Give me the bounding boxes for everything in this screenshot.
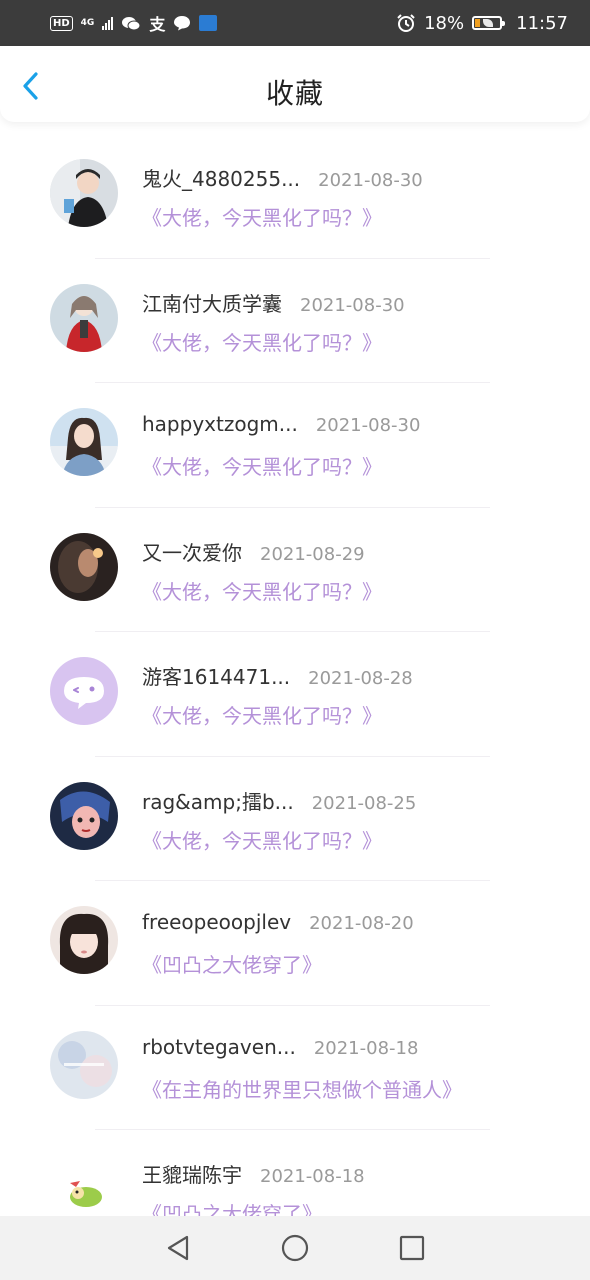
list-item[interactable]: 又一次爱你 2021-08-29 《大佬，今天黑化了吗？》 (0, 508, 590, 632)
app-notification-icon (199, 15, 218, 31)
date: 2021-08-29 (260, 543, 365, 565)
header-bar: 收藏 (0, 46, 590, 122)
username: freeopeoopjlev (142, 910, 292, 934)
date: 2021-08-30 (315, 415, 421, 436)
status-right-icons: 18% 11:57 (396, 13, 568, 34)
list-item[interactable]: rag&amp;擂b... 2021-08-25 《大佬，今天黑化了吗？》 (0, 757, 590, 881)
battery-icon (472, 16, 506, 30)
username: 游客1614471... (142, 665, 291, 689)
hd-badge: HD (50, 15, 73, 31)
book-title-link[interactable]: 《大佬，今天黑化了吗？》 (142, 576, 382, 605)
message-bubble-icon (174, 16, 191, 31)
wechat-icon (122, 16, 141, 30)
date: 2021-08-30 (318, 170, 423, 191)
square-recents-icon (399, 1235, 424, 1261)
list-item[interactable]: 游客1614471... 2021-08-28 《大佬，今天黑化了吗？》 (0, 632, 590, 757)
username: happyxtzogm... (142, 412, 298, 436)
avatar[interactable] (50, 532, 118, 601)
status-bar: HD 4G 支 18% 11:57 (0, 0, 590, 46)
book-title-link[interactable]: 《在主角的世界里只想做个普通人》 (142, 1074, 462, 1103)
avatar[interactable] (50, 781, 118, 850)
date: 2021-08-30 (300, 294, 405, 316)
username: rag&amp;擂b... (142, 789, 294, 814)
username: 王貔瑞陈宇 (142, 1163, 242, 1187)
date: 2021-08-20 (309, 913, 414, 934)
book-title-link[interactable]: 《凹凸之大佬穿了》 (142, 949, 322, 978)
list-item[interactable]: freeopeoopjlev 2021-08-20 《凹凸之大佬穿了》 (0, 881, 590, 1006)
list-item[interactable]: 鬼火_4880255... 2021-08-30 《大佬，今天黑化了吗？》 (0, 134, 590, 259)
avatar[interactable] (50, 657, 118, 725)
username: 鬼火_4880255... (142, 167, 301, 191)
avatar[interactable] (50, 1155, 118, 1223)
avatar[interactable] (50, 408, 118, 476)
book-title-link[interactable]: 《大佬，今天黑化了吗？》 (142, 825, 382, 854)
system-recents-button[interactable] (397, 1233, 427, 1263)
book-title-link[interactable]: 《大佬，今天黑化了吗？》 (142, 700, 382, 729)
username: rbotvtegaven... (142, 1034, 296, 1059)
list-item[interactable]: 江南付大质学囊 2021-08-30 《大佬，今天黑化了吗？》 (0, 259, 590, 383)
date: 2021-08-18 (260, 1166, 365, 1187)
book-title-link[interactable]: 《大佬，今天黑化了吗？》 (142, 327, 382, 356)
system-back-button[interactable] (163, 1233, 193, 1263)
book-title-link[interactable]: 《大佬，今天黑化了吗？》 (142, 451, 382, 480)
username: 江南付大质学囊 (142, 291, 282, 316)
list-item[interactable]: rbotvtegaven... 2021-08-18 《在主角的世界里只想做个普… (0, 1006, 590, 1130)
username: 又一次爱你 (142, 540, 242, 565)
circle-home-icon (281, 1234, 309, 1262)
avatar[interactable] (50, 159, 118, 227)
triangle-back-icon (168, 1235, 189, 1261)
avatar[interactable] (50, 906, 118, 974)
system-navigation-bar (0, 1216, 590, 1280)
alarm-clock-icon (397, 14, 415, 32)
alipay-icon: 支 (149, 15, 166, 34)
book-title-link[interactable]: 《大佬，今天黑化了吗？》 (142, 202, 382, 231)
battery-percent: 18% (424, 12, 465, 34)
page-title: 收藏 (265, 77, 324, 110)
status-left-icons: HD 4G 支 (50, 11, 218, 35)
date: 2021-08-28 (308, 668, 413, 689)
system-home-button[interactable] (280, 1233, 310, 1263)
signal-icon (102, 16, 114, 30)
list-item[interactable]: happyxtzogm... 2021-08-30 《大佬，今天黑化了吗？》 (0, 383, 590, 508)
avatar[interactable] (50, 1030, 118, 1099)
network-type: 4G (80, 17, 95, 28)
avatar[interactable] (50, 283, 118, 352)
date: 2021-08-18 (313, 1037, 419, 1059)
clock-time: 11:57 (516, 12, 568, 34)
date: 2021-08-25 (311, 792, 417, 814)
favorites-list: 鬼火_4880255... 2021-08-30 《大佬，今天黑化了吗？》 江南… (0, 134, 590, 1255)
